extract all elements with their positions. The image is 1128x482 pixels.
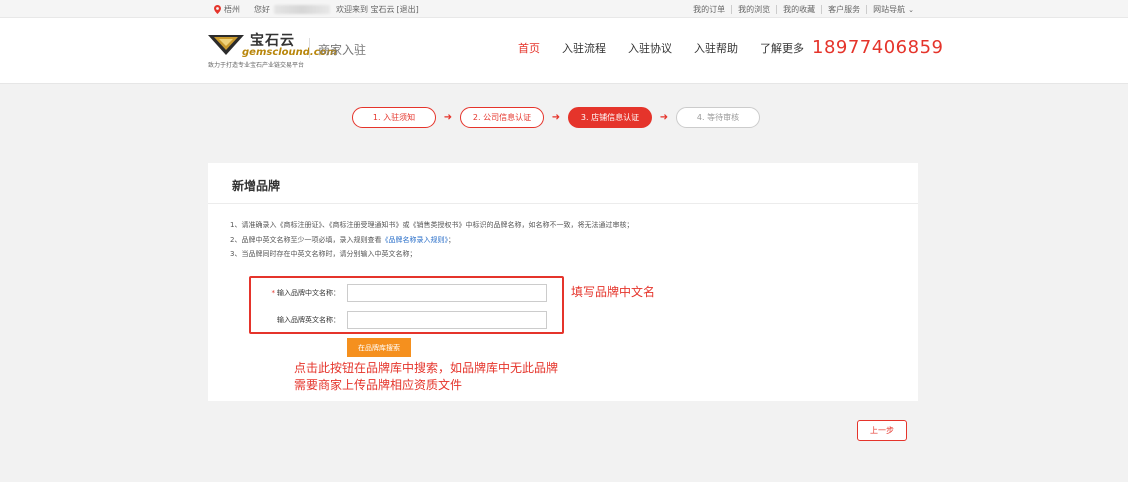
en-name-row: 输入品牌英文名称： [262, 311, 547, 329]
annotation-search: 点击此按钮在品牌库中搜索，如品牌库中无此品牌 需要商家上传品牌相应资质文件 [294, 360, 558, 394]
step-1: 1. 入驻须知 [352, 107, 436, 128]
header: 宝石云 gemsclound.com 致力于打造专业宝石产业链交易平台 商家入驻… [0, 18, 1128, 84]
arrow-right-icon: ➜ [443, 112, 453, 123]
step-4: 4. 等待审核 [676, 107, 760, 128]
card-title: 新增品牌 [232, 179, 281, 193]
rules-link[interactable]: 《品牌名称录入规则》 [381, 236, 448, 244]
customer-service-link[interactable]: 客户服务 [828, 4, 860, 15]
divider [776, 5, 778, 14]
nav-help[interactable]: 入驻帮助 [694, 40, 738, 56]
search-brand-library-button[interactable]: 在品牌库搜索 [347, 338, 411, 357]
hotline-phone: 18977406859 [812, 37, 944, 58]
note-item: 1、请准确录入《商标注册证》、《商标注册受理通知书》或《销售类授权书》中标识的品… [230, 221, 634, 229]
topbar-right: 我的订单 我的浏览 我的收藏 客户服务 网站导航 ⌄ [693, 4, 914, 15]
card-divider [208, 203, 918, 204]
brand-en-name-input[interactable] [347, 311, 547, 329]
note-item: 2、品牌中英文名称至少一项必填，录入规则查看《品牌名称录入规则》； [230, 233, 633, 248]
arrow-right-icon: ➜ [659, 112, 669, 123]
site-nav-link[interactable]: 网站导航 [873, 4, 905, 15]
my-history-link[interactable]: 我的浏览 [738, 4, 770, 15]
en-name-label: 输入品牌英文名称： [277, 316, 340, 324]
required-mark: * [271, 289, 276, 297]
hello-text: 您好 [254, 5, 270, 14]
step-2: 2. 公司信息认证 [460, 107, 544, 128]
arrow-right-icon: ➜ [551, 112, 561, 123]
annotation-line: 点击此按钮在品牌库中搜索，如品牌库中无此品牌 [294, 361, 559, 375]
site-logo[interactable]: 宝石云 gemsclound.com 致力于打造专业宝石产业链交易平台 [208, 27, 337, 71]
note-suffix: ； [447, 235, 455, 244]
note-item: 3、当品牌同时存在中英文名称时，请分别输入中英文名称； [230, 250, 417, 258]
annotation-line: 需要商家上传品牌相应资质文件 [294, 378, 463, 392]
welcome-text: 欢迎来到 宝石云 [336, 5, 395, 14]
chevron-down-icon: ⌄ [908, 5, 914, 14]
cn-name-row: * 输入品牌中文名称： [262, 284, 547, 302]
note-text: 2、品牌中英文名称至少一项必填，录入规则查看 [230, 235, 382, 244]
my-favorites-link[interactable]: 我的收藏 [783, 4, 815, 15]
merchant-entry-label: 商家入驻 [318, 43, 367, 57]
nav-agreement[interactable]: 入驻协议 [628, 40, 672, 56]
nav-home[interactable]: 首页 [518, 40, 540, 56]
nav-more[interactable]: 了解更多 [760, 40, 804, 56]
divider [821, 5, 823, 14]
username-blurred [274, 5, 330, 14]
header-divider [309, 38, 310, 58]
gem-logo-icon [208, 35, 244, 55]
annotation-fill-cn: 填写品牌中文名 [571, 285, 656, 299]
city-selector[interactable]: 梧州 [224, 4, 240, 15]
brand-cn-name-input[interactable] [347, 284, 547, 302]
progress-steps: 1. 入驻须知 ➜ 2. 公司信息认证 ➜ 3. 店铺信息认证 ➜ 4. 等待审… [352, 107, 760, 128]
divider [731, 5, 733, 14]
step-3-current: 3. 店铺信息认证 [568, 107, 652, 128]
main-nav: 首页 入驻流程 入驻协议 入驻帮助 了解更多 [518, 40, 826, 56]
notes-list: 1、请准确录入《商标注册证》、《商标注册受理通知书》或《销售类授权书》中标识的品… [230, 218, 633, 262]
logout-link[interactable]: [退出] [397, 4, 419, 15]
nav-process[interactable]: 入驻流程 [562, 40, 606, 56]
logo-slogan: 致力于打造专业宝石产业链交易平台 [208, 62, 305, 69]
cn-name-label-text: 输入品牌中文名称： [277, 289, 340, 297]
top-bar: 梧州 您好 欢迎来到 宝石云 [退出] 我的订单 我的浏览 我的收藏 客户服务 … [0, 0, 1128, 18]
divider [866, 5, 868, 14]
topbar-left: 梧州 您好 欢迎来到 宝石云 [退出] [214, 4, 419, 15]
cn-name-label: * 输入品牌中文名称： [262, 288, 341, 298]
previous-step-button[interactable]: 上一步 [857, 420, 907, 441]
my-orders-link[interactable]: 我的订单 [693, 4, 725, 15]
location-pin-icon [214, 5, 221, 14]
